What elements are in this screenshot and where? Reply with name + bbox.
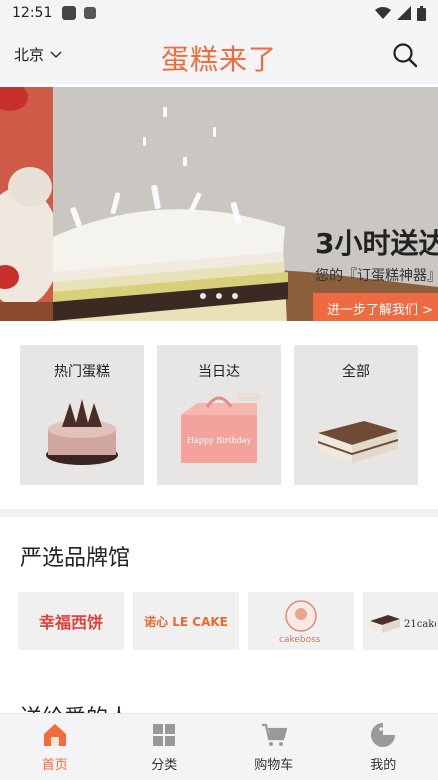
- svg-text:21cake: 21cake: [404, 619, 436, 630]
- category-label: 全部: [342, 364, 370, 380]
- cart-icon: [261, 723, 287, 746]
- banner-prev-image: [0, 87, 60, 321]
- category-label: 热门蛋糕: [54, 364, 110, 380]
- status-time: 12:51: [12, 5, 53, 21]
- cakeboss-logo: cakeboss: [279, 600, 321, 645]
- category-hot-cakes[interactable]: 热门蛋糕: [20, 345, 144, 485]
- status-bar: 12:51: [0, 0, 438, 26]
- battery-icon: [417, 5, 426, 21]
- tab-category[interactable]: 分类: [110, 714, 220, 780]
- tab-home[interactable]: 首页: [0, 714, 110, 780]
- tab-label: 首页: [41, 757, 68, 773]
- brand-card[interactable]: 诺心 LE CAKE: [133, 592, 239, 650]
- gift-box-image: Happy Birthday: [181, 393, 261, 463]
- brand-card[interactable]: 21cake: [363, 592, 438, 650]
- svg-text:Happy Birthday: Happy Birthday: [187, 436, 252, 445]
- banner-headline: 3小时送达: [315, 227, 438, 260]
- app-notification-icon: [84, 7, 97, 19]
- tab-label: 我的: [370, 757, 397, 773]
- tiramisu-image: [318, 421, 398, 463]
- carousel-dot[interactable]: [200, 293, 206, 299]
- brands-section-title: 严选品牌馆: [20, 546, 131, 571]
- 21cake-logo: 21cake: [369, 615, 436, 633]
- banner-subline: 您的『订蛋糕神器』: [315, 268, 438, 284]
- tab-label: 购物车: [254, 757, 294, 773]
- profile-icon: [371, 722, 396, 747]
- home-icon: [43, 723, 66, 746]
- bottom-tab-bar: 首页 分类 购物车 我的: [0, 713, 438, 780]
- wifi-icon: [375, 7, 391, 19]
- brand-name: 幸福西饼: [38, 613, 103, 632]
- carousel-dot-active[interactable]: [216, 293, 222, 299]
- brand-card[interactable]: cakeboss: [248, 592, 354, 650]
- grid-icon: [153, 723, 176, 746]
- white-chocolate-cake-image: [53, 87, 438, 321]
- notification-icon: [62, 6, 77, 20]
- chocolate-cake-image: [46, 399, 118, 465]
- svg-text:cakeboss: cakeboss: [279, 635, 321, 645]
- carousel-dot[interactable]: [232, 293, 238, 299]
- category-all[interactable]: 全部: [294, 345, 418, 485]
- app-title: 蛋糕来了: [160, 43, 277, 76]
- brand-card[interactable]: 幸福西饼: [18, 592, 124, 650]
- category-same-day[interactable]: 当日达 Happy Birthday: [157, 345, 281, 485]
- category-row: 热门蛋糕 当日达 Happy Birthday 全部: [0, 321, 438, 509]
- tab-label: 分类: [151, 757, 178, 773]
- promo-banner[interactable]: 3小时送达 您的『订蛋糕神器』 进一步了解我们 >: [0, 87, 438, 321]
- tab-cart[interactable]: 购物车: [219, 714, 329, 780]
- signal-icon: [397, 6, 411, 20]
- tab-profile[interactable]: 我的: [329, 714, 438, 780]
- section-divider: [0, 509, 438, 517]
- search-icon[interactable]: [392, 42, 418, 68]
- carousel-indicator: [0, 293, 438, 299]
- brand-list: 幸福西饼 诺心 LE CAKE cakeboss 21cake: [18, 592, 438, 650]
- strawberry-cake-image: [0, 87, 60, 321]
- banner-main-image: [53, 87, 438, 321]
- brand-name: 诺心 LE CAKE: [144, 614, 228, 629]
- category-label: 当日达: [198, 364, 240, 380]
- top-header: 北京 蛋糕来了: [0, 26, 438, 84]
